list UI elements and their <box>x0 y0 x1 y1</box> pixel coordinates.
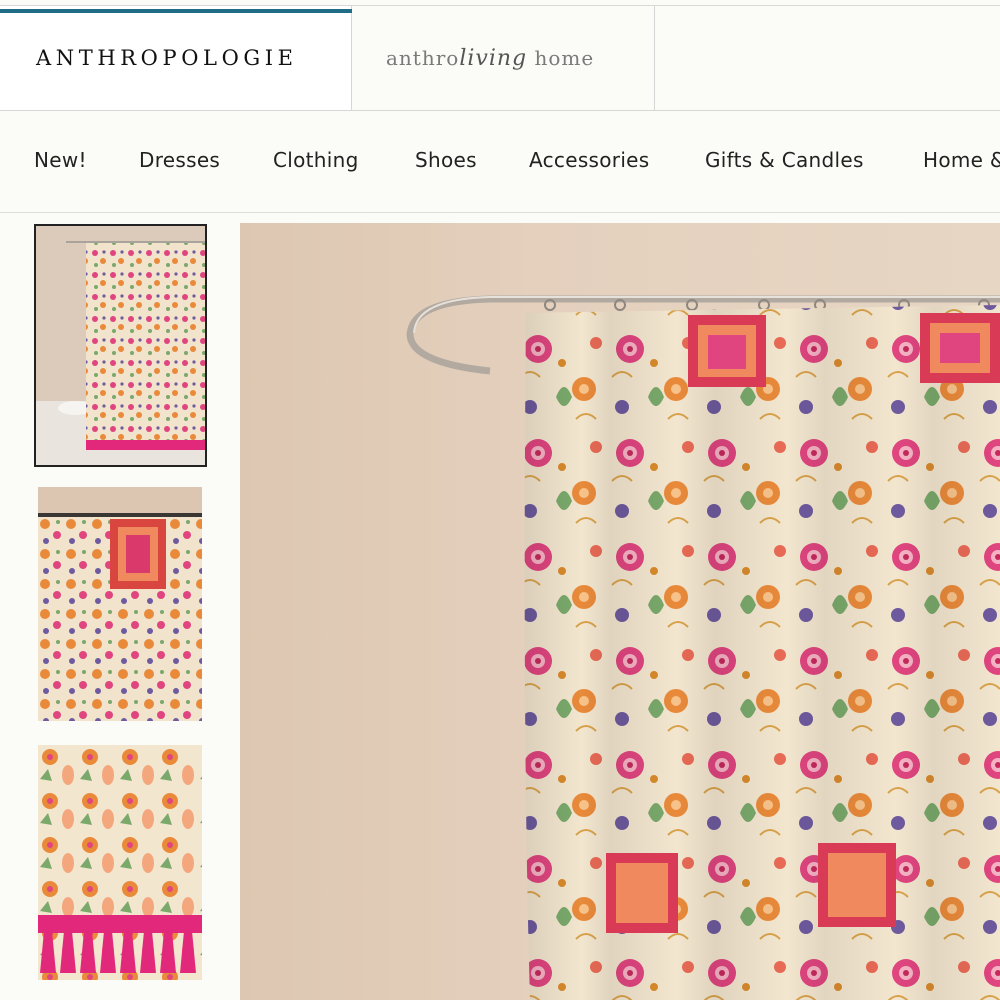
nav-item-shoes[interactable]: Shoes <box>415 148 477 172</box>
floral-elephant-shower-curtain-icon <box>406 295 1000 1000</box>
thumbnail-3[interactable] <box>38 745 202 980</box>
nav-item-accessories[interactable]: Accessories <box>529 148 650 172</box>
thumbnail-2[interactable] <box>38 487 202 721</box>
main-nav: New! Dresses Clothing Shoes Accessories … <box>0 111 1000 213</box>
nav-item-new[interactable]: New! <box>34 148 87 172</box>
nav-item-clothing[interactable]: Clothing <box>273 148 359 172</box>
main-product-image[interactable] <box>240 223 1000 1000</box>
brand-tab-anthroliving[interactable]: anthroliving home <box>352 6 655 110</box>
nav-item-gifts-candles[interactable]: Gifts & Candles <box>705 148 864 172</box>
nav-item-dresses[interactable]: Dresses <box>139 148 220 172</box>
logo-prefix: anthro <box>386 46 460 70</box>
shower-curtain-full-view-icon <box>36 226 205 465</box>
thumbnail-1[interactable] <box>34 224 207 467</box>
logo-suffix: home <box>534 46 595 70</box>
site-header: ANTHROPOLOGIE anthroliving home <box>0 6 1000 111</box>
logo-script: living <box>459 46 528 71</box>
anthropologie-logo[interactable]: ANTHROPOLOGIE <box>36 46 298 70</box>
nav-item-home[interactable]: Home & <box>923 148 1000 172</box>
shower-curtain-tassel-detail-icon <box>38 745 202 980</box>
shower-curtain-top-detail-icon <box>38 487 202 721</box>
active-tab-indicator <box>0 9 353 13</box>
brand-tab-anthropologie[interactable]: ANTHROPOLOGIE <box>0 6 353 110</box>
anthroliving-logo[interactable]: anthroliving home <box>386 46 594 71</box>
